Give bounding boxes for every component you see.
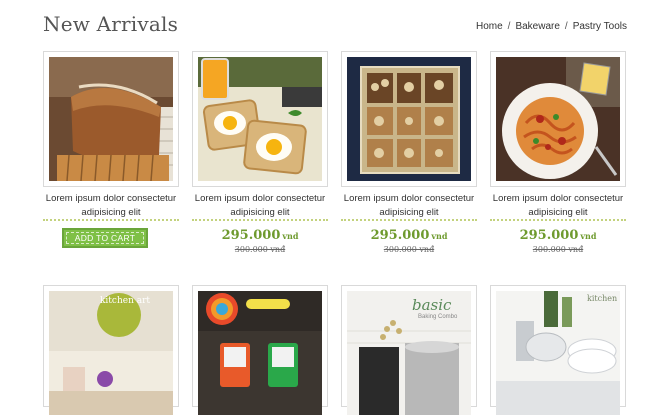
product-image-frame[interactable]: basic Baking Combo (341, 285, 477, 415)
breadcrumb-bakeware[interactable]: Bakeware (515, 21, 559, 32)
product-image-frame[interactable]: kitchen (490, 285, 626, 415)
price-value: 295.000 (221, 228, 281, 243)
breadcrumb-separator: / (564, 21, 568, 32)
snack-box-image[interactable] (347, 57, 471, 181)
product-image-frame[interactable] (43, 51, 179, 187)
kitchenware-set-image[interactable] (496, 291, 620, 415)
old-price: 300.000 vnđ (234, 245, 286, 254)
breadcrumb-home[interactable]: Home (476, 21, 503, 32)
price-value: 295.000 (370, 228, 430, 243)
product-name[interactable]: Lorem ipsum dolor consectetur adipisicin… (33, 192, 189, 220)
divider (490, 219, 626, 221)
kitchen-art-image[interactable] (49, 291, 173, 415)
pasta-plate-image[interactable] (496, 57, 620, 181)
product-price: 295.000 vnd (192, 228, 328, 243)
basic-baking-combo-image[interactable] (347, 291, 471, 415)
price-currency: vnd (282, 231, 299, 241)
product-image-frame[interactable] (192, 285, 328, 415)
price-currency: vnd (580, 231, 597, 241)
divider (341, 219, 477, 221)
button-dashed-border (66, 232, 144, 244)
breadcrumb-pastry-tools: Pastry Tools (572, 21, 627, 32)
old-price: 300.000 vnđ (383, 245, 435, 254)
product-name[interactable]: Lorem ipsum dolor consectetur adipisicin… (182, 192, 338, 220)
product-price: 295.000 vnd (341, 228, 477, 243)
kitchen-sign: kitchen (587, 294, 618, 303)
price-currency: vnd (431, 231, 448, 241)
product-image-frame[interactable]: kitchen art (43, 285, 179, 415)
bread-loaf-image[interactable] (49, 57, 173, 181)
breadcrumb-separator: / (507, 21, 511, 32)
product-image-frame[interactable] (192, 51, 328, 187)
product-name[interactable]: Lorem ipsum dolor consectetur adipisicin… (331, 192, 487, 220)
product-image-frame[interactable] (341, 51, 477, 187)
toast-eggs-image[interactable] (198, 57, 322, 181)
product-image-frame[interactable] (490, 51, 626, 187)
breadcrumb: Home / Bakeware / Pastry Tools (476, 21, 627, 32)
product-name[interactable]: Lorem ipsum dolor consectetur adipisicin… (480, 192, 636, 220)
page-title: New Arrivals (43, 12, 179, 36)
divider (43, 219, 179, 221)
add-to-cart-button[interactable]: ADD TO CART (62, 228, 148, 248)
price-value: 295.000 (519, 228, 579, 243)
page-header: New Arrivals Home / Bakeware / Pastry Tools (0, 0, 670, 46)
kitchen-art-sign: kitchen art (99, 296, 151, 306)
divider (192, 219, 328, 221)
old-price: 300.000 vnđ (532, 245, 584, 254)
product-price: 295.000 vnd (490, 228, 626, 243)
basic-sign: basic (412, 296, 452, 314)
baking-combo-sign: Baking Combo (418, 314, 458, 320)
measuring-cups-image[interactable] (198, 291, 322, 415)
